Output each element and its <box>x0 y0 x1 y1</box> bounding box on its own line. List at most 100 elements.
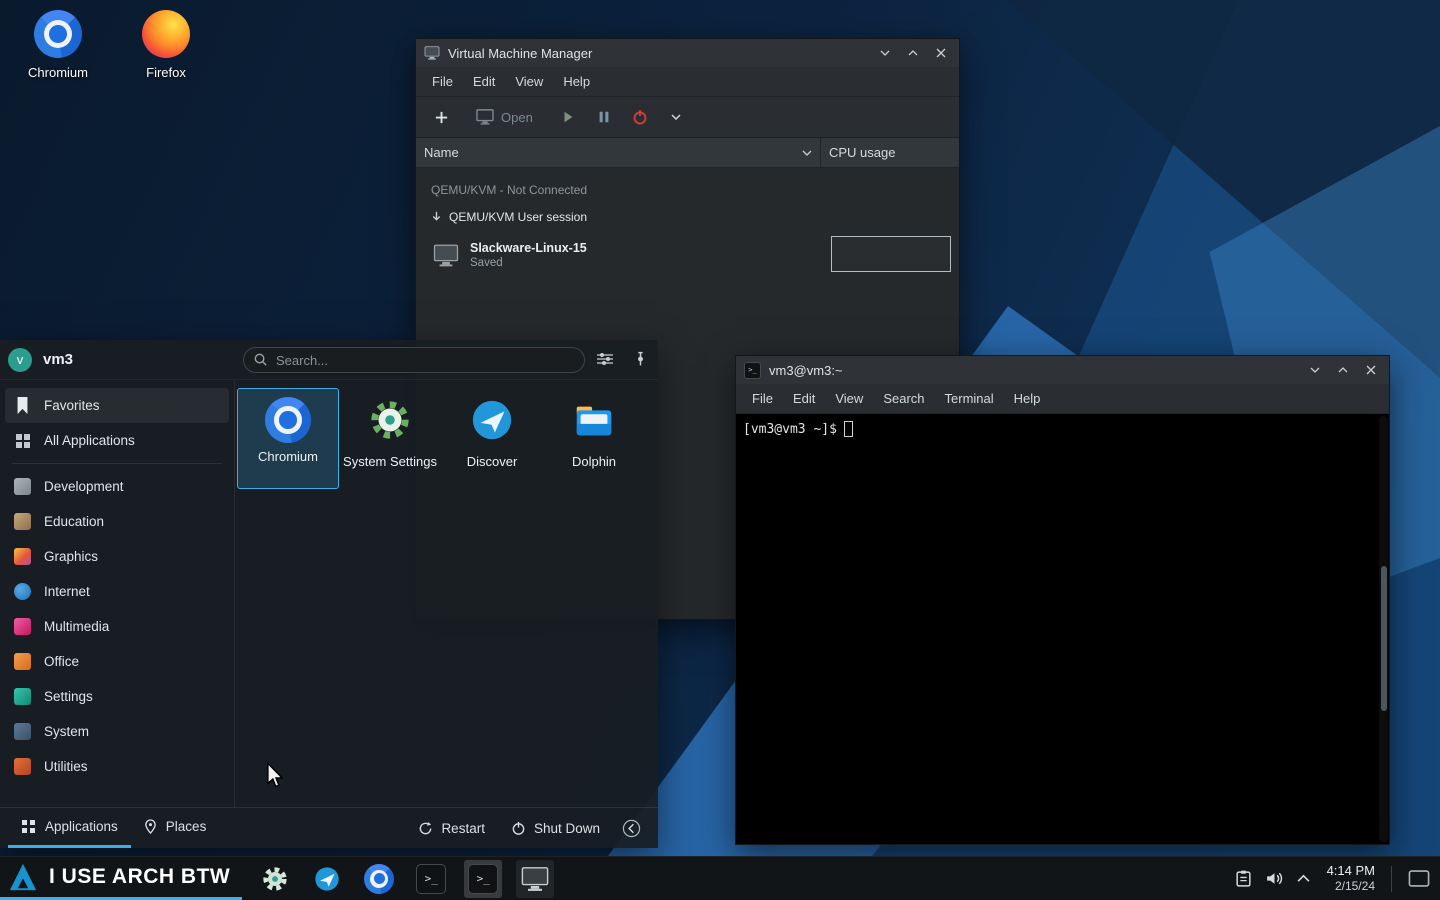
menu-edit[interactable]: Edit <box>463 67 505 96</box>
clock-date: 2/15/24 <box>1334 879 1375 894</box>
maximize-button[interactable] <box>1333 360 1353 380</box>
sidebar-item-office[interactable]: Office <box>0 644 234 679</box>
scrollbar-thumb[interactable] <box>1380 566 1387 711</box>
vmm-menubar: File Edit View Help <box>416 67 959 97</box>
vmm-app-icon <box>424 46 440 60</box>
desktop-icon-chromium[interactable]: Chromium <box>14 10 102 80</box>
menu-file[interactable]: File <box>422 67 463 96</box>
menu-terminal[interactable]: Terminal <box>935 384 1004 413</box>
sidebar-item-system[interactable]: System <box>0 714 234 749</box>
vmm-titlebar[interactable]: Virtual Machine Manager <box>416 39 959 67</box>
terminal-titlebar[interactable]: vm3@vm3:~ <box>736 356 1389 384</box>
expander-arrow-icon[interactable] <box>431 211 442 222</box>
user-avatar[interactable]: v <box>8 347 32 372</box>
all-applications-icon <box>14 432 31 449</box>
column-header-name[interactable]: Name <box>416 138 821 167</box>
vmm-toolbar: Open <box>416 97 959 138</box>
launcher-footer: Applications Places Restart Shut Down <box>0 807 658 848</box>
terminal-content[interactable]: [vm3@vm3 ~]$ <box>736 414 1389 844</box>
connection-row-disconnected[interactable]: QEMU/KVM - Not Connected <box>416 176 959 203</box>
menu-help[interactable]: Help <box>553 67 600 96</box>
desktop-icon-label: Chromium <box>28 65 88 80</box>
education-icon <box>14 513 31 530</box>
sort-caret-icon[interactable] <box>802 150 812 156</box>
minimize-button[interactable] <box>875 43 895 63</box>
terminal-window-title: vm3@vm3:~ <box>769 362 843 378</box>
restart-button[interactable]: Restart <box>405 808 498 848</box>
favorites-icon <box>17 397 28 414</box>
tab-applications[interactable]: Applications <box>8 808 131 848</box>
close-button[interactable] <box>1361 360 1381 380</box>
search-input[interactable] <box>243 347 585 373</box>
dolphin-icon <box>571 397 617 448</box>
app-tile-dolphin[interactable]: Dolphin <box>543 388 645 489</box>
volume-icon[interactable] <box>1265 870 1284 887</box>
tray-separator <box>1391 865 1392 892</box>
application-launcher: v vm3 Favorites All Applications Develop… <box>0 340 658 848</box>
connection-row-user-session[interactable]: QEMU/KVM User session <box>416 203 959 230</box>
sidebar-item-all-applications[interactable]: All Applications <box>0 423 234 458</box>
app-tile-system-settings[interactable]: System Settings <box>339 388 441 489</box>
search-icon <box>253 352 268 367</box>
task-discover[interactable] <box>308 860 346 898</box>
app-launcher-button[interactable]: I USE ARCH BTW <box>0 857 243 900</box>
shut-down-button[interactable]: Shut Down <box>498 808 613 848</box>
menu-view[interactable]: View <box>505 67 553 96</box>
sidebar-item-internet[interactable]: Internet <box>0 574 234 609</box>
sidebar-item-graphics[interactable]: Graphics <box>0 539 234 574</box>
task-system-settings[interactable] <box>256 860 294 898</box>
task-konsole-pinned[interactable] <box>412 860 450 898</box>
close-button[interactable] <box>931 43 951 63</box>
app-tile-chromium[interactable]: Chromium <box>237 388 339 489</box>
multimedia-icon <box>14 618 31 635</box>
app-tile-discover[interactable]: Discover <box>441 388 543 489</box>
menu-edit[interactable]: Edit <box>783 384 825 413</box>
vmm-column-headers: Name CPU usage <box>416 138 959 168</box>
maximize-button[interactable] <box>903 43 923 63</box>
task-chromium[interactable] <box>360 860 398 898</box>
shutdown-vm-button[interactable] <box>625 102 655 132</box>
minimize-button[interactable] <box>1305 360 1325 380</box>
clock[interactable]: 4:14 PM 2/15/24 <box>1327 863 1375 894</box>
menu-file[interactable]: File <box>742 384 783 413</box>
search-box[interactable] <box>243 347 585 373</box>
new-vm-button[interactable] <box>426 102 456 132</box>
launcher-sidebar: Favorites All Applications Development E… <box>0 380 235 807</box>
run-button[interactable] <box>553 102 583 132</box>
task-manager <box>256 857 555 900</box>
sidebar-item-settings[interactable]: Settings <box>0 679 234 714</box>
pause-button[interactable] <box>589 102 619 132</box>
menu-search[interactable]: Search <box>873 384 934 413</box>
task-virt-manager[interactable] <box>516 859 555 898</box>
development-icon <box>14 478 31 495</box>
shutdown-menu-caret-icon[interactable] <box>661 102 691 132</box>
configure-icon[interactable] <box>596 352 614 366</box>
chromium-icon <box>364 863 395 894</box>
sidebar-item-education[interactable]: Education <box>0 504 234 539</box>
sidebar-item-multimedia[interactable]: Multimedia <box>0 609 234 644</box>
konsole-icon <box>744 361 761 379</box>
vm-row-slackware[interactable]: Slackware-Linux-15 Saved <box>416 233 959 277</box>
pin-icon[interactable] <box>633 351 648 367</box>
vm-state: Saved <box>470 257 503 269</box>
task-konsole-active[interactable] <box>464 859 503 898</box>
leave-chevron-icon[interactable] <box>622 819 641 838</box>
tab-places[interactable]: Places <box>131 808 220 848</box>
restart-icon <box>418 821 433 836</box>
open-button[interactable]: Open <box>476 102 533 132</box>
terminal-scrollbar[interactable] <box>1379 416 1388 842</box>
clock-time: 4:14 PM <box>1326 862 1375 878</box>
menu-view[interactable]: View <box>825 384 873 413</box>
desktop-icon-firefox[interactable]: Firefox <box>122 10 210 80</box>
sidebar-item-utilities[interactable]: Utilities <box>0 749 234 784</box>
mouse-cursor <box>267 762 284 788</box>
clipboard-icon[interactable] <box>1235 869 1252 888</box>
show-desktop-button[interactable] <box>1408 870 1430 887</box>
sidebar-item-favorites[interactable]: Favorites <box>5 388 229 423</box>
tray-expand-chevron-icon[interactable] <box>1297 874 1310 883</box>
launcher-label: I USE ARCH BTW <box>49 865 231 888</box>
menu-help[interactable]: Help <box>1004 384 1051 413</box>
sidebar-item-development[interactable]: Development <box>0 469 234 504</box>
column-header-cpu[interactable]: CPU usage <box>821 145 959 160</box>
terminal-menubar: File Edit View Search Terminal Help <box>736 384 1389 414</box>
